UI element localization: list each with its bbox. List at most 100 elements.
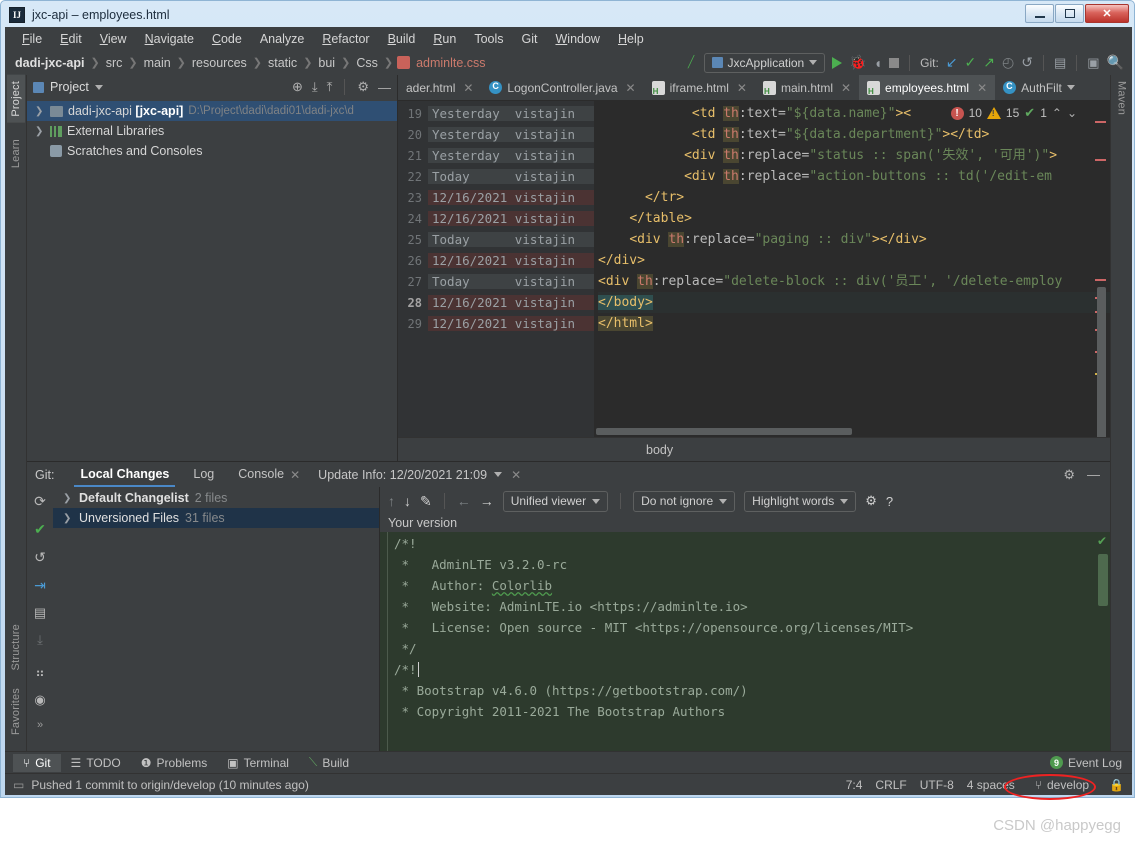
commit-check-icon[interactable]: ✔ xyxy=(34,521,46,538)
ignore-policy-select[interactable]: Do not ignore xyxy=(633,490,736,512)
close-button[interactable]: ✕ xyxy=(1085,4,1129,23)
close-icon[interactable]: ✕ xyxy=(626,81,636,95)
locate-target-icon[interactable]: ⊕ xyxy=(292,79,303,95)
sidebar-item-project[interactable]: Project xyxy=(6,75,25,123)
file-encoding[interactable]: UTF-8 xyxy=(920,778,954,792)
changelist-unversioned[interactable]: ❯ Unversioned Files 31 files xyxy=(53,508,379,528)
preview-eye-icon[interactable]: ◉ xyxy=(34,692,45,708)
line-separator[interactable]: CRLF xyxy=(875,778,906,792)
build-hammer-icon[interactable]: ⟋ xyxy=(684,53,699,72)
menu-item-run[interactable]: Run xyxy=(424,30,465,48)
tab-console[interactable]: Console xyxy=(226,463,296,486)
gear-icon[interactable]: ⚙ xyxy=(865,493,877,509)
menu-item-build[interactable]: Build xyxy=(379,30,425,48)
chevron-down-icon[interactable] xyxy=(1066,85,1075,90)
vertical-scrollbar-thumb[interactable] xyxy=(1097,287,1106,437)
chevron-right-icon[interactable]: ❯ xyxy=(35,126,45,137)
menu-item-view[interactable]: View xyxy=(91,30,136,48)
tab-authfilt[interactable]: AuthFilt xyxy=(995,75,1083,100)
menu-item-file[interactable]: File xyxy=(13,30,51,48)
annotate-row[interactable]: 22 Today vistajin xyxy=(398,166,594,187)
sidebar-item-favorites[interactable]: Favorites xyxy=(7,682,25,741)
git-branch-widget[interactable]: ⑂ develop xyxy=(1028,777,1096,793)
prev-problem-icon[interactable]: ⌃ xyxy=(1052,106,1062,120)
breadcrumb-adminlte-css[interactable]: adminlte.css xyxy=(414,56,487,70)
inspection-widget[interactable]: ! 10 15 ✔ 1 ⌃ ⌄ xyxy=(947,104,1080,122)
viewer-mode-select[interactable]: Unified viewer xyxy=(502,490,609,512)
tab-employees-html[interactable]: employees.html ✕ xyxy=(859,75,996,100)
next-problem-icon[interactable]: ⌄ xyxy=(1067,106,1077,120)
menu-item-window[interactable]: Window xyxy=(546,30,608,48)
diff-scrollbar-thumb[interactable] xyxy=(1098,554,1108,606)
breadcrumb-bui[interactable]: bui xyxy=(316,56,337,70)
git-update-icon[interactable]: ↙ xyxy=(946,54,958,71)
indent-setting[interactable]: 4 spaces xyxy=(967,778,1015,792)
hide-panel-icon[interactable]: — xyxy=(378,80,391,95)
bottom-tab-terminal[interactable]: ▣ Terminal xyxy=(217,754,299,772)
diff-scrollbar[interactable]: ✔ xyxy=(1096,532,1110,751)
collapse-all-icon[interactable]: ⤒ xyxy=(327,79,333,95)
breadcrumb-main[interactable]: main xyxy=(142,56,173,70)
annotate-row[interactable]: 26 12/16/2021 vistajin xyxy=(398,250,594,271)
chevron-right-icon[interactable]: ❯ xyxy=(35,106,45,117)
chevron-right-icon[interactable]: ❯ xyxy=(63,513,73,524)
git-push-icon[interactable]: ↗ xyxy=(983,54,995,71)
sidebar-item-structure[interactable]: Structure xyxy=(7,618,25,676)
breadcrumb-resources[interactable]: resources xyxy=(190,56,249,70)
next-difference-icon[interactable]: ↓ xyxy=(404,493,411,509)
refresh-icon[interactable]: ⟳ xyxy=(34,493,46,510)
project-structure-icon[interactable]: ▤ xyxy=(1054,55,1066,71)
annotate-row[interactable]: 20 Yesterday vistajin xyxy=(398,124,594,145)
tab-local-changes[interactable]: Local Changes xyxy=(68,463,181,487)
sidebar-item-maven[interactable]: Maven xyxy=(1113,75,1131,121)
tree-node-scratches[interactable]: Scratches and Consoles xyxy=(27,141,397,161)
hide-panel-icon[interactable]: — xyxy=(1087,467,1100,482)
revert-left-icon[interactable]: ← xyxy=(457,493,471,509)
annotate-row[interactable]: 24 12/16/2021 vistajin xyxy=(398,208,594,229)
edit-source-icon[interactable]: ✎ xyxy=(420,493,432,510)
git-history-icon[interactable]: ◴ xyxy=(1002,54,1014,71)
annotate-row[interactable]: 29 12/16/2021 vistajin xyxy=(398,313,594,334)
more-actions-icon[interactable]: » xyxy=(37,719,43,731)
menu-item-edit[interactable]: Edit xyxy=(51,30,91,48)
chevron-right-icon[interactable]: ❯ xyxy=(63,493,73,504)
close-icon[interactable]: ✕ xyxy=(841,81,851,95)
tab-iframe-html[interactable]: iframe.html ✕ xyxy=(644,75,755,100)
annotate-row[interactable]: 19 Yesterday vistajin xyxy=(398,103,594,124)
bottom-tab-todo[interactable]: ☰ TODO xyxy=(61,754,131,772)
annotate-row[interactable]: 25 Today vistajin xyxy=(398,229,594,250)
shelve-icon[interactable]: ⤓ xyxy=(37,632,43,648)
update-info-label[interactable]: Update Info: 12/20/2021 21:09 xyxy=(318,468,487,482)
debug-button[interactable]: 🐞 xyxy=(849,54,866,71)
event-log-button[interactable]: 9 Event Log xyxy=(1049,756,1132,770)
terminal-toggle-icon[interactable]: ▣ xyxy=(1087,55,1099,71)
code-editor[interactable]: <td th:text="${data.name}">< <td th:text… xyxy=(594,101,1110,437)
search-icon[interactable]: 🔍 xyxy=(1107,54,1124,71)
tree-node-external-libraries[interactable]: ❯ External Libraries xyxy=(27,121,397,141)
minimize-button[interactable] xyxy=(1025,4,1054,23)
close-icon[interactable]: ✕ xyxy=(511,468,521,482)
breadcrumb-css[interactable]: Css xyxy=(354,56,380,70)
diff-content[interactable]: /*! * AdminLTE v3.2.0-rc * Author: Color… xyxy=(380,532,1110,751)
annotate-row[interactable]: 23 12/16/2021 vistajin xyxy=(398,187,594,208)
menu-item-refactor[interactable]: Refactor xyxy=(313,30,378,48)
chevron-down-icon[interactable] xyxy=(494,472,503,477)
apply-right-icon[interactable]: → xyxy=(480,493,494,509)
bottom-tab-git[interactable]: ⑂ Git xyxy=(13,753,61,772)
previous-difference-icon[interactable]: ↑ xyxy=(388,493,395,509)
rollback-icon[interactable]: ↺ xyxy=(34,549,46,566)
git-commit-icon[interactable]: ✓ xyxy=(965,54,977,71)
menu-item-help[interactable]: Help xyxy=(609,30,653,48)
breadcrumb-project[interactable]: dadi-jxc-api xyxy=(13,56,86,70)
annotate-row[interactable]: 28 12/16/2021 vistajin xyxy=(398,292,594,313)
annotate-gutter[interactable]: 19 Yesterday vistajin 20 Yesterday vistaji… xyxy=(398,101,594,437)
tab-log[interactable]: Log xyxy=(181,463,226,486)
gear-icon[interactable]: ⚙ xyxy=(1063,467,1075,483)
menu-item-tools[interactable]: Tools xyxy=(465,30,512,48)
changelist-default[interactable]: ❯ Default Changelist 2 files xyxy=(53,488,379,508)
breadcrumb-src[interactable]: src xyxy=(104,56,125,70)
lock-icon[interactable]: 🔒 xyxy=(1109,778,1124,792)
horizontal-scrollbar[interactable] xyxy=(594,428,1110,437)
tab-logoncontroller-java[interactable]: LogonController.java ✕ xyxy=(481,75,643,100)
edit-source-icon[interactable]: ▤ xyxy=(34,605,46,621)
